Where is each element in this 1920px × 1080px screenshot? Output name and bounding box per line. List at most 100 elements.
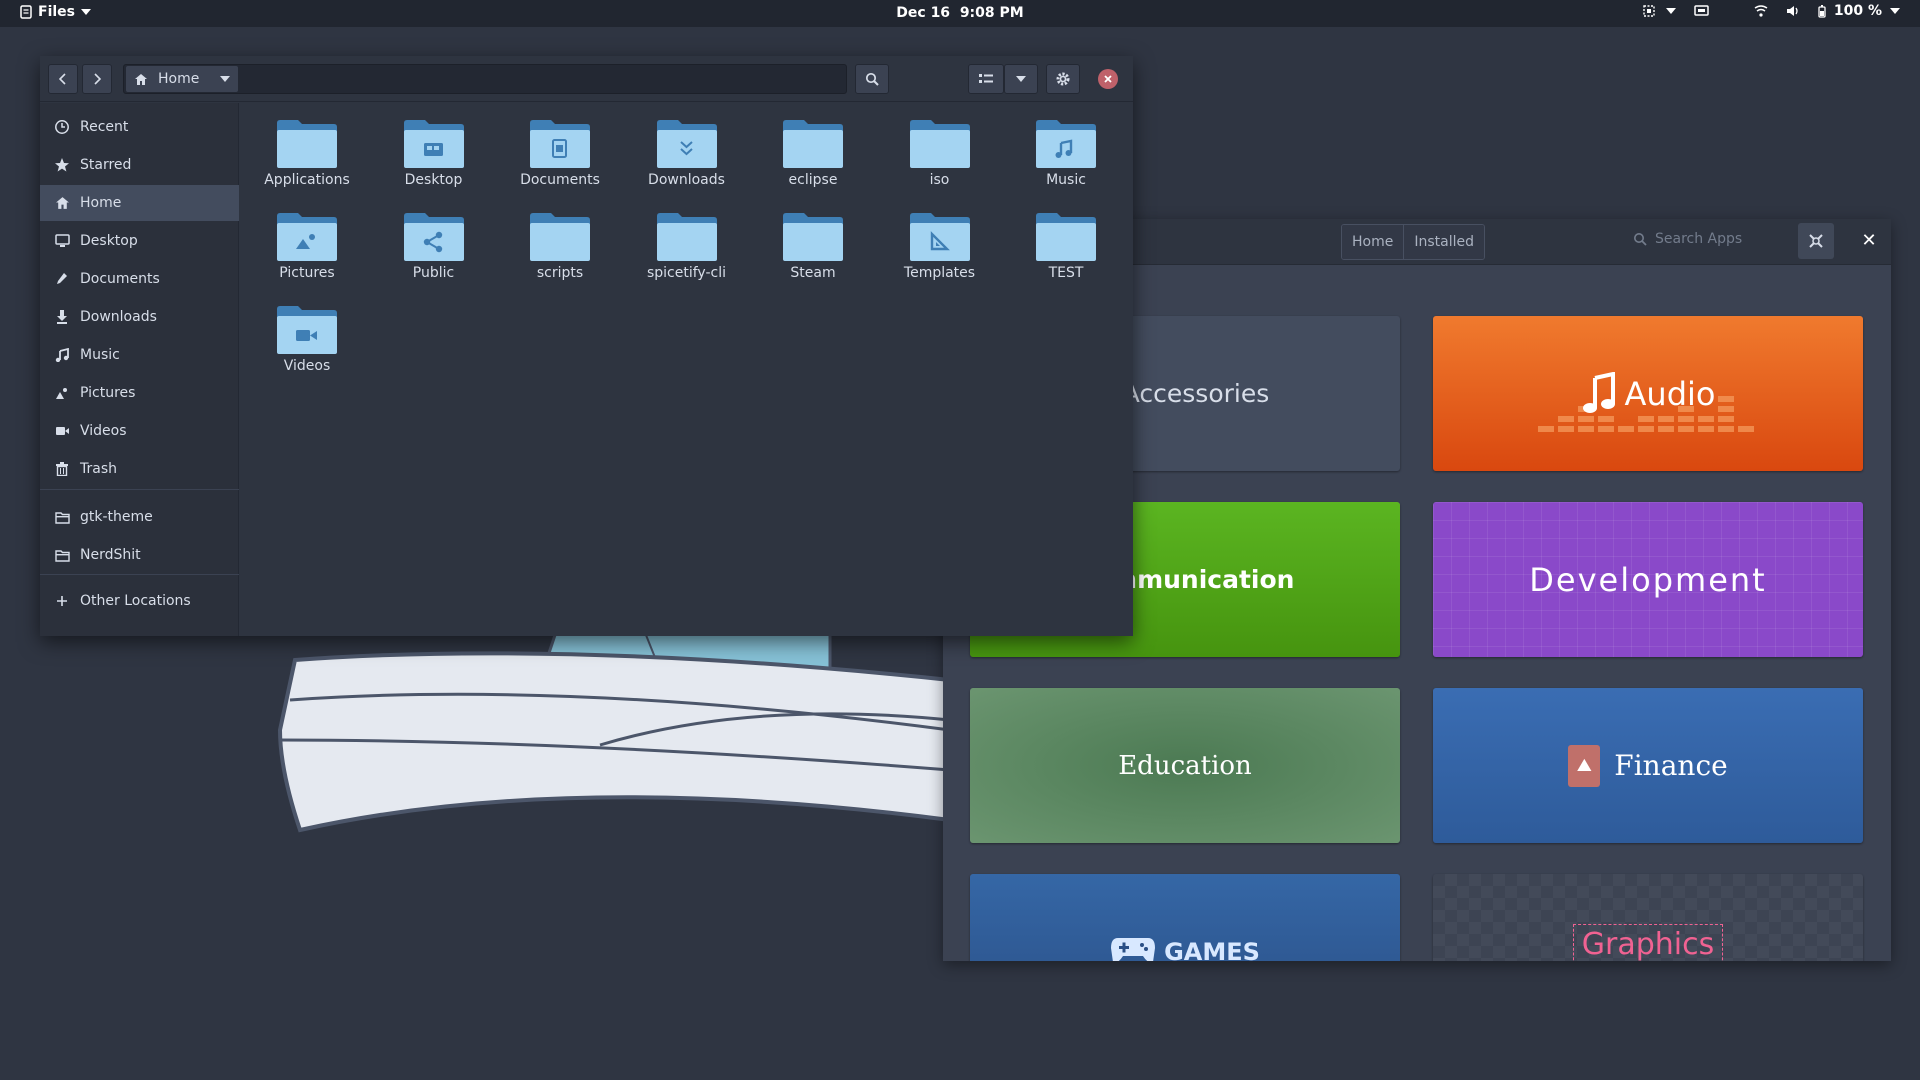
sidebar-item-label: NerdShit: [80, 547, 141, 563]
documents-icon: [54, 271, 70, 287]
folder-icon: [1036, 120, 1096, 168]
folder-label: Desktop: [404, 172, 463, 188]
screenshot-tray[interactable]: [1642, 4, 1676, 18]
folder-iso[interactable]: iso: [885, 119, 995, 199]
category-label: Education: [1118, 750, 1252, 781]
category-graphics[interactable]: Graphics: [1433, 874, 1863, 961]
folder-icon: [783, 213, 843, 261]
places-sidebar: Recent Starred Home Desktop Documents Downloa…: [40, 103, 239, 636]
search-apps-field[interactable]: Search Apps: [1633, 231, 1742, 247]
category-games[interactable]: GAMES: [970, 874, 1400, 961]
videos-icon: [54, 423, 70, 439]
view-switcher: Home Installed: [1341, 224, 1485, 260]
sidebar-item-label: gtk-theme: [80, 509, 153, 525]
folder-scripts[interactable]: scripts: [505, 212, 615, 292]
category-audio[interactable]: Audio: [1433, 316, 1863, 471]
category-label: GAMES: [1164, 938, 1260, 961]
tools-icon: [1809, 234, 1823, 248]
gamepad-icon: [1111, 938, 1156, 961]
volume-icon[interactable]: [1786, 5, 1800, 17]
gear-icon: [1056, 72, 1070, 86]
folder-templates[interactable]: Templates: [885, 212, 995, 292]
folder-label: eclipse: [788, 172, 838, 188]
folder-label: scripts: [536, 265, 584, 281]
folder-videos[interactable]: Videos: [252, 305, 362, 385]
sidebar-item-label: Starred: [80, 157, 132, 173]
sidebar-item-other-locations[interactable]: Other Locations: [40, 583, 239, 619]
top-panel: Files Dec 16 9:08 PM 100 %: [0, 0, 1920, 27]
sidebar-item-label: Videos: [80, 423, 127, 439]
music-note-icon: [1582, 371, 1615, 413]
folder-icon: [783, 120, 843, 168]
folder-eclipse[interactable]: eclipse: [758, 119, 868, 199]
clock-time[interactable]: 9:08 PM: [960, 5, 1024, 21]
screenshot-icon: [1643, 5, 1655, 17]
sidebar-item-documents[interactable]: Documents: [40, 261, 239, 297]
forward-button[interactable]: [82, 64, 112, 94]
category-development[interactable]: Development: [1433, 502, 1863, 657]
sidebar-item-recent[interactable]: Recent: [40, 109, 239, 145]
folder-label: Public: [412, 265, 455, 281]
folder-desktop[interactable]: Desktop: [379, 119, 489, 199]
sidebar-item-home[interactable]: Home: [40, 185, 239, 221]
clock: Dec 16 9:08 PM: [0, 5, 1920, 21]
folder-pictures[interactable]: Pictures: [252, 212, 362, 292]
sidebar-item-label: Recent: [80, 119, 129, 135]
view-options-button[interactable]: [1004, 64, 1038, 94]
folder-icon: [277, 213, 337, 261]
sidebar-item-desktop[interactable]: Desktop: [40, 223, 239, 259]
app-menu[interactable]: Files: [20, 4, 91, 20]
preferences-button[interactable]: [1798, 223, 1834, 259]
sidebar-item-trash[interactable]: Trash: [40, 451, 239, 487]
sidebar-item-downloads[interactable]: Downloads: [40, 299, 239, 335]
wallpaper-illustration: [277, 620, 950, 833]
category-finance[interactable]: ⛰ Finance: [1433, 688, 1863, 843]
battery-indicator[interactable]: 100 %: [1818, 3, 1900, 19]
path-crumb-home[interactable]: Home: [126, 66, 238, 92]
folder-music[interactable]: Music: [1011, 119, 1121, 199]
tab-installed[interactable]: Installed: [1403, 225, 1484, 259]
sidebar-item-nerdshit[interactable]: NerdShit: [40, 537, 239, 573]
folder-label: Pictures: [279, 265, 335, 281]
wifi-icon[interactable]: [1754, 5, 1768, 17]
sidebar-item-music[interactable]: Music: [40, 337, 239, 373]
path-bar[interactable]: Home: [123, 64, 847, 94]
sidebar-item-label: Music: [80, 347, 120, 363]
folder-public[interactable]: Public: [379, 212, 489, 292]
folder-icon: [909, 120, 970, 168]
tab-home[interactable]: Home: [1342, 225, 1404, 259]
folder-label: Downloads: [648, 172, 725, 188]
clock-date[interactable]: Dec 16: [896, 5, 950, 21]
folder-documents[interactable]: Documents: [505, 119, 615, 199]
home-icon: [135, 73, 147, 85]
star-icon: [54, 157, 70, 173]
sidebar-item-pictures[interactable]: Pictures: [40, 375, 239, 411]
folder-downloads[interactable]: Downloads: [632, 119, 742, 199]
folder-icon: [656, 120, 717, 168]
close-button[interactable]: [1098, 69, 1118, 89]
close-icon[interactable]: ✕: [1858, 229, 1880, 251]
notifications-icon[interactable]: [1694, 4, 1710, 18]
category-education[interactable]: Education: [970, 688, 1400, 843]
search-icon: [865, 72, 879, 86]
folder-label: iso: [929, 172, 950, 188]
view-mode-button[interactable]: [968, 64, 1004, 94]
sidebar-item-videos[interactable]: Videos: [40, 413, 239, 449]
sidebar-item-gtk-theme[interactable]: gtk-theme: [40, 499, 239, 535]
search-apps-placeholder: Search Apps: [1655, 231, 1743, 247]
files-headerbar: Home: [40, 56, 1133, 102]
folder-steam[interactable]: Steam: [758, 212, 868, 292]
chevron-down-icon[interactable]: [220, 76, 230, 82]
files-app-icon: [20, 5, 32, 19]
chevron-down-icon: [1016, 76, 1026, 82]
sidebar-item-starred[interactable]: Starred: [40, 147, 239, 183]
search-button[interactable]: [855, 64, 889, 94]
folder-icon: [1036, 213, 1096, 261]
back-button[interactable]: [48, 64, 78, 94]
category-label: Accessories: [1122, 379, 1270, 408]
menu-button[interactable]: [1046, 64, 1080, 94]
folder-test[interactable]: TEST: [1011, 212, 1121, 292]
chevron-down-icon: [1890, 8, 1900, 14]
folder-applications[interactable]: Applications: [252, 119, 362, 199]
folder-spicetify-cli[interactable]: spicetify-cli: [632, 212, 742, 292]
